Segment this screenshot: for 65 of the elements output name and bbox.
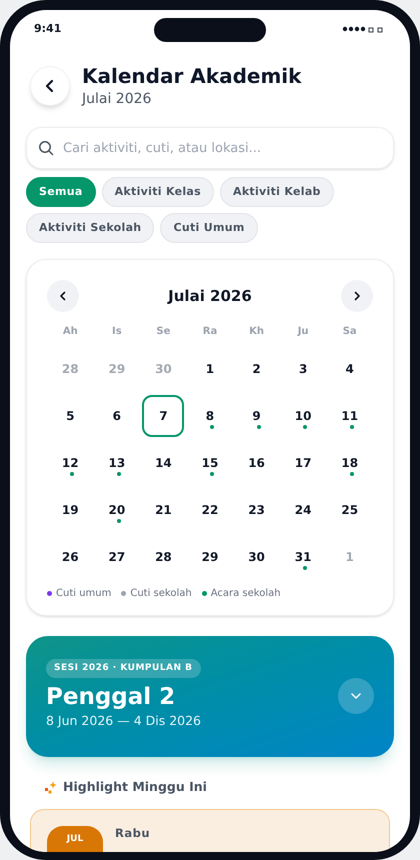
calendar-day[interactable]: 31: [282, 536, 324, 578]
calendar-day[interactable]: 16: [236, 442, 278, 484]
calendar-day[interactable]: 5: [49, 394, 92, 436]
calendar-day[interactable]: 13: [96, 442, 138, 484]
calendar-day[interactable]: 30: [236, 536, 278, 578]
calendar-day[interactable]: 6: [96, 394, 138, 436]
event-weekday: Rabu: [115, 824, 150, 842]
filter-chip[interactable]: Aktiviti Kelas: [102, 177, 214, 207]
legend-label: Cuti umum: [56, 587, 112, 601]
legend-label: Cuti sekolah: [130, 587, 192, 601]
search-field[interactable]: Cari aktiviti, cuti, atau lokasi...: [26, 127, 394, 169]
chevron-down-icon: [350, 692, 362, 700]
calendar-day[interactable]: 26: [49, 536, 92, 578]
status-time: 9:41: [34, 20, 62, 37]
term-title: Penggal 2: [46, 683, 176, 712]
month-title: Julai 2026: [168, 286, 252, 307]
calendar-day[interactable]: 4: [328, 348, 371, 390]
previous-month-button[interactable]: [47, 280, 79, 312]
page-title: Kalendar Akademik: [82, 63, 302, 89]
filter-chip[interactable]: Semua: [26, 177, 96, 207]
term-dates: 8 Jun 2026 — 4 Dis 2026: [46, 712, 202, 730]
calendar-day[interactable]: 23: [236, 488, 278, 530]
calendar-day[interactable]: 28: [142, 536, 184, 578]
weekday-label: Ra: [202, 325, 218, 339]
page-subtitle: Julai 2026: [82, 90, 152, 109]
calendar-day[interactable]: 17: [282, 442, 324, 484]
weekday-label: Kh: [249, 325, 264, 339]
date-badge: JUL: [47, 826, 103, 852]
chevron-left-icon: [58, 291, 68, 301]
calendar-day[interactable]: 10: [282, 394, 324, 436]
sparkle-icon: [44, 780, 57, 794]
calendar-day[interactable]: 8: [188, 394, 231, 436]
filter-chip[interactable]: Aktiviti Kelab: [220, 177, 334, 207]
filter-chip[interactable]: Aktiviti Sekolah: [26, 213, 154, 243]
calendar-day[interactable]: 19: [49, 488, 92, 530]
calendar-day[interactable]: 2: [236, 348, 278, 390]
calendar-day[interactable]: 24: [282, 488, 324, 530]
calendar-day[interactable]: 18: [328, 442, 371, 484]
legend-label: Acara sekolah: [210, 587, 281, 601]
calendar-day[interactable]: 20: [96, 488, 138, 530]
calendar-day[interactable]: 15: [188, 442, 231, 484]
next-month-button[interactable]: [340, 280, 373, 312]
calendar-day[interactable]: 22: [188, 488, 231, 530]
calendar-day[interactable]: 14: [142, 442, 184, 484]
calendar-day[interactable]: 21: [142, 488, 184, 530]
session-badge: SESI 2026 · KUMPULAN B: [46, 659, 201, 678]
weekday-label: Se: [156, 325, 170, 339]
calendar-day[interactable]: 1: [188, 348, 231, 390]
expand-button[interactable]: [338, 678, 374, 714]
calendar-day[interactable]: 29: [188, 536, 231, 578]
calendar-day[interactable]: 7: [142, 394, 184, 436]
weekday-label: Ah: [62, 325, 78, 339]
weekday-label: Ju: [298, 325, 309, 339]
calendar-day[interactable]: 12: [49, 442, 92, 484]
calendar-day[interactable]: 25: [328, 488, 371, 530]
search-icon: [38, 140, 54, 156]
calendar-day[interactable]: 9: [236, 394, 278, 436]
back-button[interactable]: [30, 66, 70, 106]
calendar-day[interactable]: 3: [282, 348, 324, 390]
calendar-day[interactable]: 11: [328, 394, 371, 436]
weekday-label: Sa: [342, 325, 357, 339]
filter-chip[interactable]: Cuti Umum: [160, 213, 258, 243]
weekday-label: Is: [112, 325, 122, 339]
section-title: Highlight Minggu Ini: [63, 778, 207, 796]
calendar-day[interactable]: 27: [96, 536, 138, 578]
